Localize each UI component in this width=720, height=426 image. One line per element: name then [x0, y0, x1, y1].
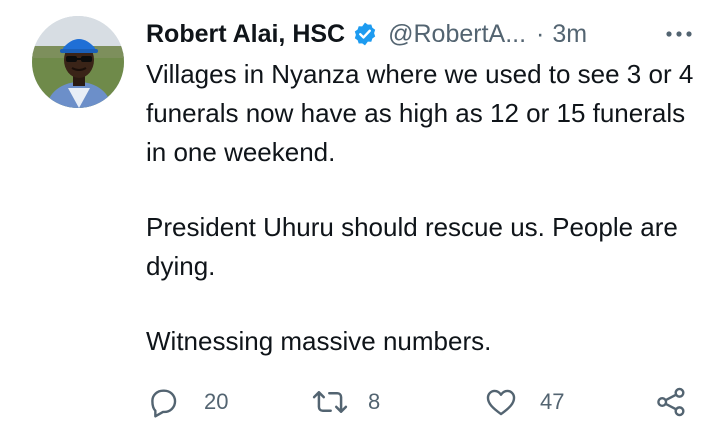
retweet-button[interactable]: 8 [312, 382, 380, 422]
separator-dot: · [536, 19, 545, 48]
reply-button[interactable]: 20 [146, 382, 228, 422]
tweet-text: Villages in Nyanza where we used to see … [146, 55, 706, 361]
verified-badge-icon [352, 21, 378, 47]
avatar[interactable] [32, 16, 124, 108]
avatar-image [32, 16, 124, 108]
like-button[interactable]: 47 [484, 382, 564, 422]
reply-count: 20 [204, 389, 229, 414]
reply-icon [146, 385, 180, 419]
retweet-count: 8 [368, 389, 381, 414]
share-icon [654, 385, 688, 419]
tweet-actions: 20 8 47 [146, 382, 691, 422]
tweet-paragraph: Witnessing massive numbers. [146, 326, 492, 356]
more-horizontal-icon[interactable] [662, 22, 696, 46]
heart-icon [484, 385, 518, 419]
author-name[interactable]: Robert Alai, HSC [146, 20, 345, 49]
author-handle[interactable]: @RobertA... [388, 20, 526, 49]
like-count: 47 [540, 389, 565, 414]
tweet-header: Robert Alai, HSC @RobertA... · 3m [146, 16, 696, 52]
share-button[interactable] [654, 382, 688, 422]
tweet-timestamp[interactable]: 3m [552, 20, 587, 49]
tweet-paragraph: Villages in Nyanza where we used to see … [146, 59, 694, 167]
retweet-icon [312, 385, 348, 419]
tweet-paragraph: President Uhuru should rescue us. People… [146, 212, 678, 281]
